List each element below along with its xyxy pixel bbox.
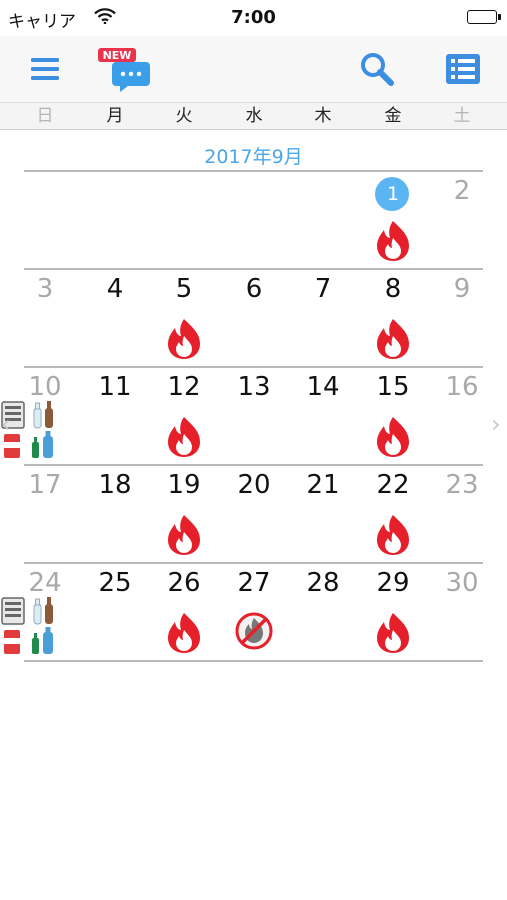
day-cell[interactable]: 7 (288, 270, 358, 366)
burnable-icon (375, 318, 411, 360)
day-cell (219, 172, 289, 268)
day-number: 16 (445, 372, 479, 402)
day-number: 12 (167, 372, 201, 402)
day-cell (288, 172, 358, 268)
day-number: 19 (167, 470, 201, 500)
burnable-icon (375, 220, 411, 262)
day-number: 20 (237, 470, 271, 500)
day-cell[interactable]: 30 (427, 564, 497, 660)
day-number: 7 (314, 274, 332, 304)
weekday-mon: 月 (106, 106, 124, 126)
day-cell[interactable]: 25 (80, 564, 150, 660)
day-cell[interactable]: 9 (427, 270, 497, 366)
day-number: 8 (384, 274, 402, 304)
weekday-thu: 木 (314, 106, 332, 126)
weekday-header: 日 月 火 水 木 金 土 (0, 102, 507, 130)
new-badge: NEW (103, 49, 132, 62)
day-cell[interactable]: 23 (427, 466, 497, 562)
status-bar: キャリア 7:00 (0, 0, 507, 36)
day-cell[interactable]: 1 (358, 172, 428, 268)
day-number: 3 (36, 274, 54, 304)
news-button[interactable]: NEW (94, 36, 154, 102)
non-burnable-icon (234, 611, 274, 651)
day-number: 1 (386, 183, 400, 205)
weekday-sun: 日 (36, 106, 54, 126)
day-cell[interactable]: 27 (219, 564, 289, 660)
day-cell[interactable]: 28 (288, 564, 358, 660)
list-view-button[interactable] (436, 36, 490, 102)
burnable-icon (375, 612, 411, 654)
day-cell[interactable]: 13 (219, 368, 289, 464)
day-number: 4 (106, 274, 124, 304)
next-month-arrow[interactable]: › (491, 410, 501, 438)
day-cell[interactable]: 3 (10, 270, 80, 366)
search-button[interactable] (350, 36, 404, 102)
day-number: 11 (98, 372, 132, 402)
day-cell[interactable]: 18 (80, 466, 150, 562)
battery-icon (467, 10, 501, 24)
day-cell[interactable]: 8 (358, 270, 428, 366)
day-number: 6 (245, 274, 263, 304)
day-number: 17 (28, 470, 62, 500)
day-cell[interactable]: 5 (149, 270, 219, 366)
day-cell[interactable]: 24 (1, 564, 80, 660)
weekday-sat: 土 (453, 106, 471, 126)
burnable-icon (166, 514, 202, 556)
clock: 7:00 (231, 7, 276, 28)
day-number: 14 (306, 372, 340, 402)
burnable-icon (375, 514, 411, 556)
day-number: 21 (306, 470, 340, 500)
day-number: 5 (175, 274, 193, 304)
day-cell[interactable]: 11 (80, 368, 150, 464)
day-number: 30 (445, 568, 479, 598)
day-cell[interactable]: 15 (358, 368, 428, 464)
day-cell[interactable]: 20 (219, 466, 289, 562)
toolbar: NEW (0, 36, 507, 102)
day-cell[interactable]: 10 (1, 368, 80, 464)
day-cell (149, 172, 219, 268)
day-cell (10, 172, 80, 268)
chat-bubble-icon: NEW (98, 48, 150, 92)
recyclables-icon (0, 594, 64, 658)
day-number: 28 (306, 568, 340, 598)
day-cell[interactable]: 29 (358, 564, 428, 660)
day-cell (80, 172, 150, 268)
month-title: 2017年9月 (204, 146, 303, 168)
day-cell[interactable]: 17 (10, 466, 80, 562)
burnable-icon (166, 612, 202, 654)
burnable-icon (166, 318, 202, 360)
day-cell[interactable]: 12 (149, 368, 219, 464)
day-number: 27 (237, 568, 271, 598)
day-cell[interactable]: 14 (288, 368, 358, 464)
day-number: 26 (167, 568, 201, 598)
burnable-icon (375, 416, 411, 458)
burnable-icon (166, 416, 202, 458)
day-number: 9 (453, 274, 471, 304)
day-cell[interactable]: 6 (219, 270, 289, 366)
day-number: 23 (445, 470, 479, 500)
day-cell[interactable]: 26 (149, 564, 219, 660)
search-icon (361, 53, 394, 86)
week-separator (24, 660, 483, 662)
day-cell[interactable]: 22 (358, 466, 428, 562)
day-number: 22 (376, 470, 410, 500)
day-number: 18 (98, 470, 132, 500)
day-cell[interactable]: 19 (149, 466, 219, 562)
day-cell[interactable]: 21 (288, 466, 358, 562)
weekday-tue: 火 (175, 106, 193, 126)
hamburger-menu-icon (31, 58, 59, 80)
day-cell[interactable]: 4 (80, 270, 150, 366)
weekday-wed: 水 (245, 106, 263, 126)
day-number: 25 (98, 568, 132, 598)
day-number: 2 (453, 176, 471, 206)
weekday-fri: 金 (384, 106, 402, 126)
day-number: 13 (237, 372, 271, 402)
list-icon (446, 54, 480, 84)
day-cell[interactable]: 2 (427, 172, 497, 268)
day-number: 15 (376, 372, 410, 402)
day-number: 29 (376, 568, 410, 598)
prev-month-arrow[interactable]: ‹ (1, 410, 11, 438)
day-cell[interactable]: 16 (427, 368, 497, 464)
menu-button[interactable] (18, 36, 72, 102)
